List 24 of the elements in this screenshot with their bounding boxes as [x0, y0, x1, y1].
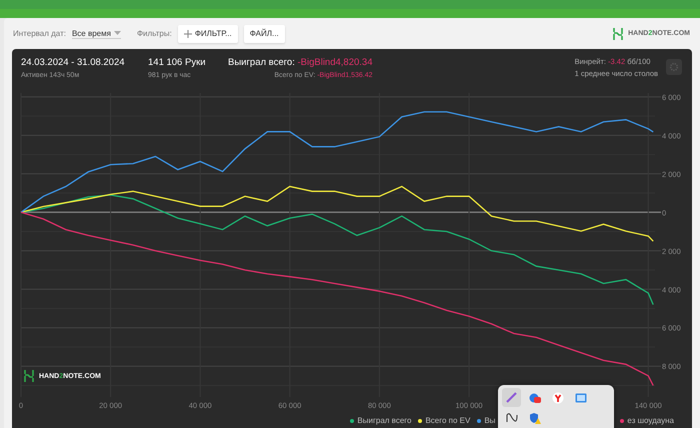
legend-item[interactable]: Вы [477, 416, 496, 425]
settings-icon [669, 62, 679, 72]
logo-icon [613, 28, 624, 40]
screen-icon [574, 392, 586, 402]
browser-icon [552, 392, 564, 404]
add-filter-button[interactable]: ФИЛЬТР... [178, 24, 238, 42]
filters-label: Фильтры: [136, 29, 172, 38]
caret-icon [114, 30, 121, 36]
shield-icon [528, 412, 540, 424]
hands-count: 141 106 Руки [148, 57, 207, 69]
settings-button[interactable] [666, 59, 682, 75]
legend-item[interactable]: Выиграл всего [350, 416, 412, 425]
logo-icon [24, 370, 34, 382]
file-button[interactable]: ФАЙЛ... [244, 24, 285, 42]
interval-dropdown[interactable]: Все время [72, 28, 121, 38]
interval-label: Интервал дат: [13, 29, 66, 38]
plus-icon [184, 30, 192, 38]
ball-icon [528, 392, 540, 404]
legend-item[interactable]: Всего по EV [418, 416, 470, 425]
wave-icon [506, 412, 518, 424]
legend-item[interactable]: ез шоудауна [620, 416, 674, 425]
total-won: Выиграл всего: -BigBlind4,820.34 [228, 57, 372, 69]
pen-icon [506, 392, 517, 403]
date-range: 24.03.2024 - 31.08.2024 [21, 57, 126, 69]
